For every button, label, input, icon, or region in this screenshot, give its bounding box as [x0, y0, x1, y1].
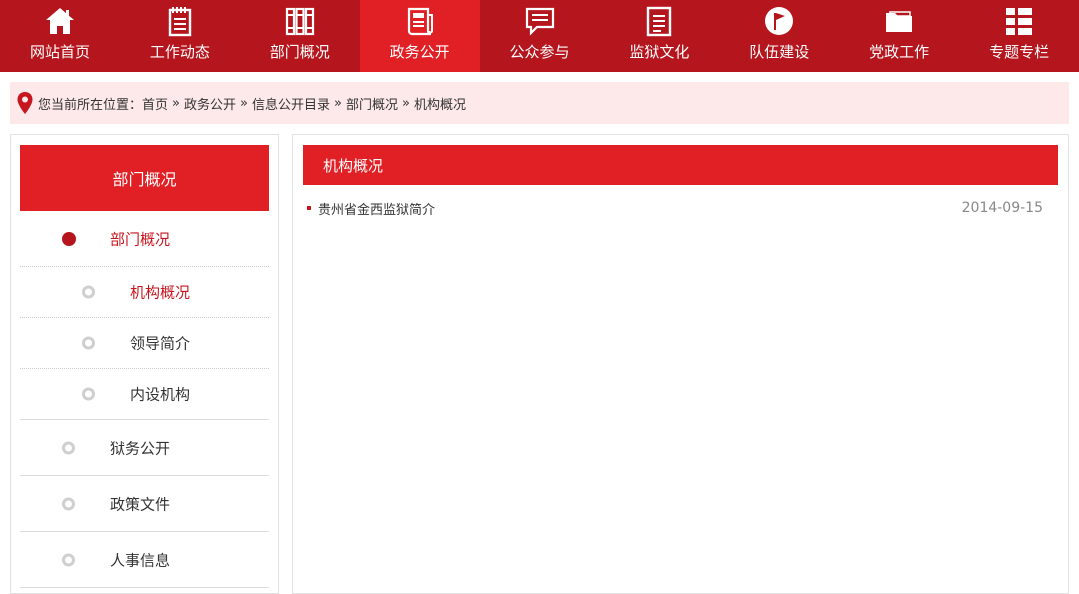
section-title: 机构概况	[303, 145, 1058, 185]
breadcrumb-separator: »	[401, 95, 410, 111]
nav-item-government-affairs[interactable]: 政务公开	[359, 0, 480, 72]
breadcrumb-link-info-catalog[interactable]: 信息公开目录	[252, 94, 330, 113]
nav-item-work-news[interactable]: 工作动态	[120, 0, 240, 72]
notepad-icon	[164, 5, 196, 37]
sidebar-menu: 部门概况 机构概况 领导简介 内设机构 狱务公开 政策文件 人事信息	[20, 211, 269, 588]
sidebar-item-prison-affairs[interactable]: 狱务公开	[20, 420, 269, 476]
sidebar-item-label: 内设机构	[130, 385, 191, 404]
sidebar-item-label: 狱务公开	[110, 439, 171, 457]
nav-item-special-topics[interactable]: 专题专栏	[959, 0, 1079, 72]
breadcrumb-separator: »	[172, 95, 180, 111]
sidebar-item-policy-documents[interactable]: 政策文件	[20, 476, 269, 532]
grid-list-icon	[1003, 5, 1035, 37]
main-content: 机构概况 贵州省金西监狱简介 2014-09-15	[292, 134, 1069, 594]
books-icon	[284, 5, 316, 37]
nav-label: 公众参与	[509, 43, 570, 61]
article-title-link[interactable]: 贵州省金西监狱简介	[318, 199, 962, 218]
breadcrumb: 您当前所在位置： 首页 » 政务公开 » 信息公开目录 » 部门概况 » 机构概…	[10, 82, 1069, 124]
sidebar-item-label: 机构概况	[130, 283, 191, 302]
bullet-ring-icon	[62, 497, 75, 510]
breadcrumb-link-government-affairs[interactable]: 政务公开	[184, 94, 236, 113]
bullet-ring-icon	[62, 441, 75, 454]
nav-label: 部门概况	[269, 43, 330, 61]
sidebar-item-department[interactable]: 部门概况	[20, 211, 269, 267]
sidebar-item-organization[interactable]: 机构概况	[20, 267, 269, 318]
flag-icon	[763, 5, 795, 37]
bullet-ring-icon	[62, 553, 75, 566]
folder-icon	[883, 5, 915, 37]
sidebar-item-personnel-info[interactable]: 人事信息	[20, 532, 269, 588]
nav-label: 工作动态	[149, 43, 210, 61]
bullet-ring-icon	[82, 387, 95, 401]
newspaper-icon	[404, 5, 436, 37]
nav-item-prison-culture[interactable]: 监狱文化	[599, 0, 719, 72]
sidebar: 部门概况 部门概况 机构概况 领导简介 内设机构 狱务公开 政策文件 人事信息	[10, 134, 279, 594]
nav-item-party-work[interactable]: 党政工作	[839, 0, 959, 72]
breadcrumb-prefix: 您当前所在位置：	[38, 97, 143, 113]
sidebar-item-label: 人事信息	[110, 551, 171, 569]
breadcrumb-separator: »	[240, 95, 248, 111]
bullet-ring-icon	[82, 336, 95, 350]
top-nav: 网站首页 工作动态 部门概况 政务公开 公众参与 监狱文化 队伍建设 党政工作 …	[0, 0, 1079, 72]
bullet-ring-icon	[82, 285, 95, 299]
sidebar-item-label: 部门概况	[110, 230, 171, 248]
nav-label: 专题专栏	[989, 43, 1050, 61]
nav-label: 监狱文化	[629, 43, 690, 61]
nav-item-department[interactable]: 部门概况	[240, 0, 360, 72]
breadcrumb-separator: »	[334, 95, 342, 111]
nav-label: 队伍建设	[749, 43, 810, 61]
location-pin-icon	[17, 92, 33, 114]
list-item: 贵州省金西监狱简介 2014-09-15	[307, 197, 1043, 219]
home-icon	[44, 5, 76, 37]
nav-item-team-building[interactable]: 队伍建设	[719, 0, 839, 72]
sidebar-item-label: 政策文件	[110, 495, 171, 513]
nav-item-public-participation[interactable]: 公众参与	[480, 0, 600, 72]
nav-label: 政务公开	[389, 43, 450, 61]
chat-icon	[524, 5, 556, 37]
square-bullet-icon	[307, 206, 311, 210]
bullet-filled-icon	[62, 231, 76, 246]
sidebar-item-internal-units[interactable]: 内设机构	[20, 369, 269, 420]
sidebar-item-leadership[interactable]: 领导简介	[20, 318, 269, 369]
sidebar-item-label: 领导简介	[130, 334, 191, 353]
article-date: 2014-09-15	[961, 200, 1043, 216]
breadcrumb-link-department[interactable]: 部门概况	[346, 94, 398, 113]
nav-item-home[interactable]: 网站首页	[0, 0, 120, 72]
nav-label: 网站首页	[29, 43, 90, 61]
breadcrumb-link-organization[interactable]: 机构概况	[414, 94, 466, 113]
sidebar-title: 部门概况	[20, 145, 269, 211]
document-icon	[643, 5, 675, 37]
breadcrumb-link-home[interactable]: 首页	[142, 94, 168, 113]
nav-label: 党政工作	[869, 43, 930, 61]
